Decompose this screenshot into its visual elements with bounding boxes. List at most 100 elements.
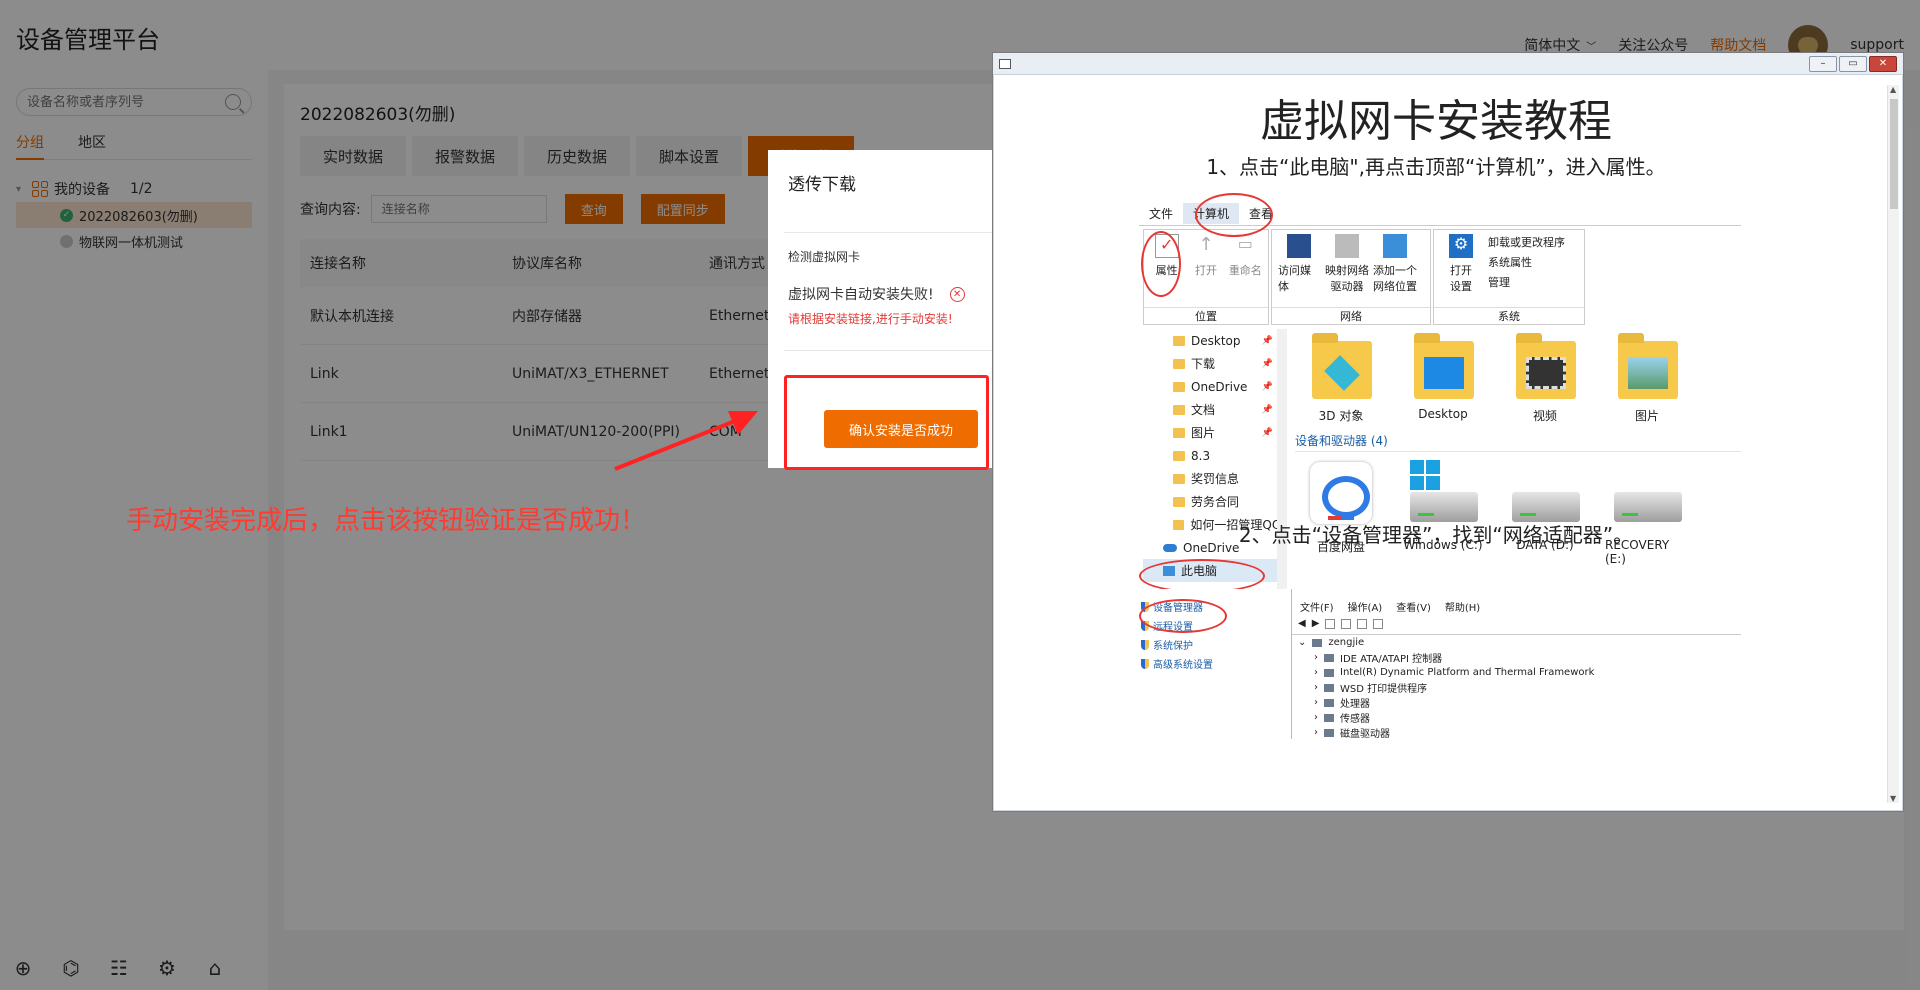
rename-icon: ▭ xyxy=(1237,234,1253,253)
pin-icon: 📌 xyxy=(1261,404,1273,415)
caret-right-icon: › xyxy=(1314,667,1318,678)
folder-label: 视频 xyxy=(1532,409,1557,423)
nav-label: OneDrive xyxy=(1191,379,1248,394)
caret-right-icon: › xyxy=(1314,682,1318,693)
desktop-icon xyxy=(1424,357,1464,389)
dm-toolbar: ◀ ▶ xyxy=(1292,613,1741,635)
dm-menu-item: 文件(F) xyxy=(1300,603,1334,614)
gear-icon: ⚙ xyxy=(1449,234,1473,258)
nav-scrollbar xyxy=(1277,329,1287,593)
ribbon-group-label: 位置 xyxy=(1144,307,1268,324)
nav-label: 文档 xyxy=(1191,403,1216,417)
close-icon[interactable]: ✕ xyxy=(1869,55,1897,72)
help-icon xyxy=(1341,618,1352,629)
folder-row: 3D 对象 Desktop 视频 图片 xyxy=(1291,329,1741,424)
step-2-text: 2、点击“设备管理器”，找到“网络适配器”。 xyxy=(1238,523,1634,547)
tree-root: ⌄ zengjie xyxy=(1292,635,1741,650)
dialog-title: 透传下载 xyxy=(788,175,856,195)
shield-icon xyxy=(1141,658,1149,669)
folder-icon xyxy=(1173,358,1185,369)
window-scrollbar[interactable]: ▲ ▼ xyxy=(1887,85,1899,803)
open-icon: ↑ xyxy=(1198,234,1214,255)
scroll-down-icon[interactable]: ▼ xyxy=(1890,794,1896,803)
window-controls: – ▭ ✕ xyxy=(1809,55,1897,72)
highlight-circle xyxy=(1139,559,1265,593)
computer-icon xyxy=(1312,638,1323,647)
ribbon-group-label: 系统 xyxy=(1434,307,1584,324)
tree-item: › IDE ATA/ATAPI 控制器 xyxy=(1292,650,1741,665)
device-label: IDE ATA/ATAPI 控制器 xyxy=(1340,654,1443,665)
folder-icon xyxy=(1173,473,1185,484)
device-icon xyxy=(1324,698,1334,707)
device-icon xyxy=(1324,653,1334,662)
drive-item: DATA (D:) xyxy=(1503,460,1587,566)
device-label: Intel(R) Dynamic Platform and Thermal Fr… xyxy=(1340,667,1595,678)
nav-item: 图片 📌 xyxy=(1143,421,1277,444)
restore-icon[interactable]: ▭ xyxy=(1839,55,1867,72)
folder-label: 图片 xyxy=(1634,409,1659,423)
nav-item: 奖罚信息 xyxy=(1143,467,1277,490)
ribbon-item-label: 打开 xyxy=(1194,264,1217,277)
dm-menu: 文件(F) 操作(A) 查看(V) 帮助(H) xyxy=(1292,589,1741,614)
explorer-content: 3D 对象 Desktop 视频 图片 设备和驱动器 (4) 百度网盘 Wind… xyxy=(1291,329,1741,593)
pointer-arrow-icon xyxy=(614,411,758,471)
window-titlebar[interactable]: – ▭ ✕ xyxy=(993,53,1903,75)
baidu-netdisk-icon xyxy=(1310,462,1372,524)
scroll-thumb[interactable] xyxy=(1890,99,1898,209)
dm-menu-item: 操作(A) xyxy=(1347,603,1383,614)
device-label: 传感器 xyxy=(1340,714,1370,725)
ribbon-item-label: 添加一个网络位置 xyxy=(1373,264,1417,293)
folder-icon xyxy=(1173,450,1185,461)
annotation-text: 手动安装完成后，点击该按钮验证是否成功！ xyxy=(126,506,647,536)
folder-label: 3D 对象 xyxy=(1318,409,1364,423)
folder-icon xyxy=(1173,496,1185,507)
windows-logo-icon xyxy=(1410,460,1440,490)
nav-item: OneDrive 📌 xyxy=(1143,375,1277,398)
link-label: 高级系统设置 xyxy=(1153,660,1213,671)
divider xyxy=(784,232,994,233)
hard-drive-icon xyxy=(1410,492,1478,522)
device-icon xyxy=(1324,713,1334,722)
device-manager-panel: 文件(F) 操作(A) 查看(V) 帮助(H) ◀ ▶ ⌄ zengjie › IDE… xyxy=(1291,589,1741,740)
media-icon xyxy=(1287,234,1311,258)
ribbon-item-label: 管理 xyxy=(1488,276,1510,289)
ribbon-group: 访问媒体 映射网络驱动器 添加一个网络位置 网络 xyxy=(1271,229,1431,325)
folder-item: 视频 xyxy=(1503,329,1587,424)
drive-item: 百度网盘 xyxy=(1299,460,1383,566)
nav-item: 劳务合同 xyxy=(1143,490,1277,513)
folder-item: 图片 xyxy=(1605,329,1689,424)
fail-message: 虚拟网卡自动安装失败! ✕ xyxy=(788,284,965,304)
step-1-text: 1、点击“此电脑",再点击顶部“计算机”，进入属性。 xyxy=(1206,155,1666,179)
tool-icon xyxy=(1325,618,1336,629)
ribbon-group-label: 网络 xyxy=(1272,307,1430,324)
scroll-up-icon[interactable]: ▲ xyxy=(1890,85,1896,94)
monitor-icon xyxy=(1373,618,1384,629)
caret-right-icon: › xyxy=(1314,697,1318,708)
pin-icon: 📌 xyxy=(1261,335,1273,346)
minimize-icon[interactable]: – xyxy=(1809,55,1837,72)
folder-icon xyxy=(1173,404,1185,415)
tool-icon xyxy=(1357,618,1368,629)
device-label: 磁盘驱动器 xyxy=(1340,729,1390,740)
nav-label: 劳务合同 xyxy=(1191,495,1240,509)
folder-item: Desktop xyxy=(1401,329,1485,424)
device-icon xyxy=(1324,668,1334,677)
drive-item: Windows (C:) xyxy=(1401,460,1485,566)
caret-right-icon: › xyxy=(1314,652,1318,663)
nav-item: Desktop 📌 xyxy=(1143,329,1277,352)
nav-label: Desktop xyxy=(1191,333,1241,348)
explorer-nav-pane: Desktop 📌 下载 📌 OneDrive 📌 文档 📌 图片 📌 8.3 奖罚信息 … xyxy=(1143,329,1277,593)
picture-icon xyxy=(1628,357,1668,389)
device-label: WSD 打印提供程序 xyxy=(1340,684,1428,695)
nav-item: 文档 📌 xyxy=(1143,398,1277,421)
map-drive-icon xyxy=(1335,234,1359,258)
pin-icon: 📌 xyxy=(1261,381,1273,392)
folder-icon xyxy=(1173,427,1185,438)
ribbon-item-label: 卸载或更改程序 xyxy=(1488,236,1565,249)
hard-drive-icon xyxy=(1614,492,1682,522)
system-link: 系统保护 xyxy=(1139,635,1269,654)
window-app-icon xyxy=(999,58,1011,69)
forward-icon: ▶ xyxy=(1311,618,1320,629)
ribbon-item-label: 映射网络驱动器 xyxy=(1325,264,1369,293)
nav-label: 奖罚信息 xyxy=(1191,472,1240,486)
